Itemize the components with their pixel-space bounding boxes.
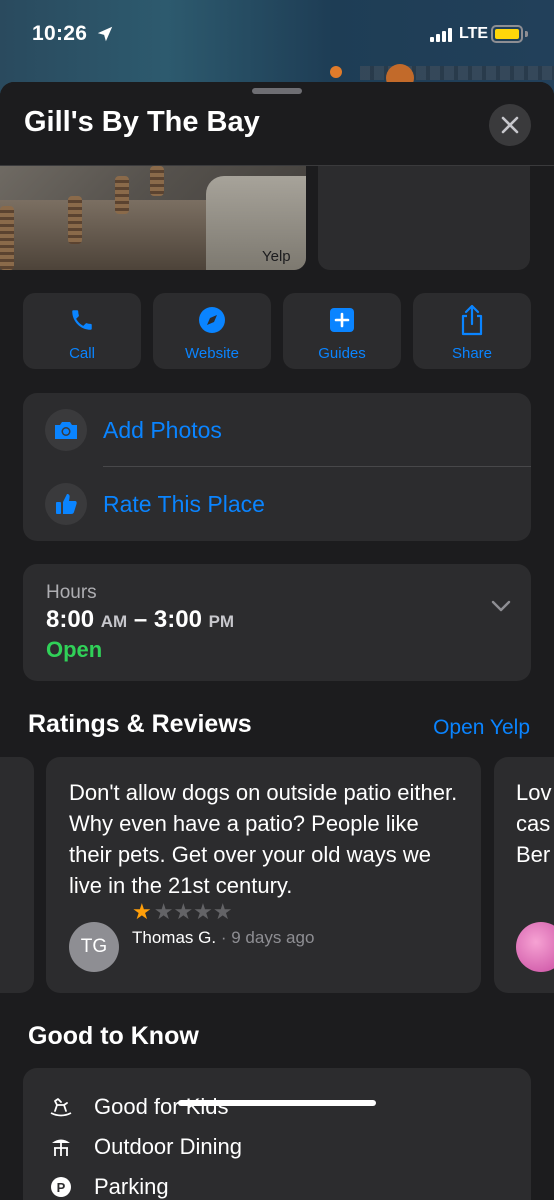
avatar	[516, 922, 554, 972]
place-photo[interactable]: Yelp	[0, 166, 306, 270]
hours-card[interactable]: Hours 8:00 AM – 3:00 PM Open	[23, 564, 531, 681]
compass-icon	[199, 307, 225, 333]
feature-parking: P Parking	[49, 1174, 169, 1200]
good-to-know-heading: Good to Know	[28, 1022, 199, 1050]
sheet-grabber[interactable]	[252, 88, 302, 94]
review-text: Don't allow dogs on outside patio either…	[69, 780, 458, 898]
share-icon	[461, 304, 483, 336]
battery-icon	[491, 25, 523, 43]
rocking-horse-icon	[49, 1095, 73, 1119]
close-icon	[501, 116, 519, 134]
share-button[interactable]: Share	[413, 293, 531, 369]
parking-icon: P	[49, 1175, 73, 1199]
star-filled-icon: ★	[132, 899, 152, 924]
open-status: Open	[46, 637, 103, 662]
review-author: Thomas G.	[132, 928, 217, 947]
place-photo-2[interactable]	[318, 166, 530, 270]
feature-good-for-kids: Good for Kids	[49, 1094, 229, 1120]
close-time: 3:00	[153, 606, 202, 633]
peek-line-1: Lov	[516, 780, 552, 805]
plus-square-icon	[330, 308, 354, 332]
review-card-prev[interactable]	[0, 757, 34, 993]
feature-label: Good for Kids	[94, 1094, 229, 1119]
chevron-down-icon	[491, 600, 511, 612]
location-arrow-icon	[97, 26, 113, 42]
place-title: Gill's By The Bay	[24, 106, 260, 138]
hours-label: Hours	[46, 582, 97, 603]
peek-line-2: cas	[516, 811, 551, 836]
status-time: 10:26	[32, 22, 88, 45]
review-age: 9 days ago	[231, 928, 315, 947]
signal-icon	[430, 28, 452, 42]
add-photos-row[interactable]: Add Photos	[23, 393, 531, 467]
star-empty-icon: ★★★★	[153, 899, 233, 924]
battery-tip	[525, 31, 528, 37]
open-ampm: AM	[100, 612, 128, 631]
umbrella-table-icon	[49, 1135, 73, 1159]
close-ampm: PM	[208, 612, 235, 631]
svg-text:P: P	[57, 1180, 66, 1195]
call-button[interactable]: Call	[23, 293, 141, 369]
guides-button[interactable]: Guides	[283, 293, 401, 369]
contribute-card: Add Photos Rate This Place	[23, 393, 531, 541]
close-button[interactable]	[489, 104, 531, 146]
phone-icon	[72, 310, 92, 330]
home-indicator[interactable]	[178, 1100, 376, 1106]
action-buttons: Call Website Guides Share	[23, 293, 531, 369]
feature-label: Outdoor Dining	[94, 1134, 242, 1159]
avatar: TG	[69, 922, 119, 972]
call-label: Call	[69, 345, 95, 362]
guides-label: Guides	[318, 345, 366, 362]
thumbs-up-icon	[45, 483, 87, 525]
star-rating: ★ ★★★★	[132, 899, 233, 925]
review-separator: ·	[220, 928, 227, 947]
good-to-know-card: Good for Kids Outdoor Dining P Parking	[23, 1068, 531, 1200]
reviews-heading: Ratings & Reviews	[28, 710, 252, 738]
review-peek-text: Lov cas Ber	[516, 777, 551, 870]
review-card[interactable]: Don't allow dogs on outside patio either…	[46, 757, 481, 993]
website-label: Website	[185, 345, 239, 362]
rate-place-label: Rate This Place	[103, 491, 265, 517]
rate-place-row[interactable]: Rate This Place	[23, 467, 531, 541]
website-button[interactable]: Website	[153, 293, 271, 369]
open-time: 8:00	[46, 606, 95, 633]
review-card-next[interactable]: Lov cas Ber	[494, 757, 554, 993]
peek-line-3: Ber	[516, 842, 551, 867]
place-sheet: Gill's By The Bay Yelp Call Website Guid…	[0, 82, 554, 1200]
review-author-line: Thomas G. · 9 days ago	[132, 928, 314, 948]
network-type: LTE	[459, 25, 489, 42]
status-bar: 10:26 LTE	[0, 0, 554, 72]
sheet-header: Gill's By The Bay	[0, 82, 554, 166]
feature-outdoor-dining: Outdoor Dining	[49, 1134, 242, 1160]
share-label: Share	[451, 345, 493, 362]
add-photos-label: Add Photos	[103, 417, 222, 443]
photo-credit: Yelp	[262, 248, 291, 265]
feature-label: Parking	[94, 1174, 169, 1199]
open-yelp-link[interactable]: Open Yelp	[433, 716, 530, 740]
camera-icon	[45, 409, 87, 451]
hours-value: 8:00 AM – 3:00 PM	[46, 606, 234, 634]
hours-dash: –	[133, 606, 148, 633]
